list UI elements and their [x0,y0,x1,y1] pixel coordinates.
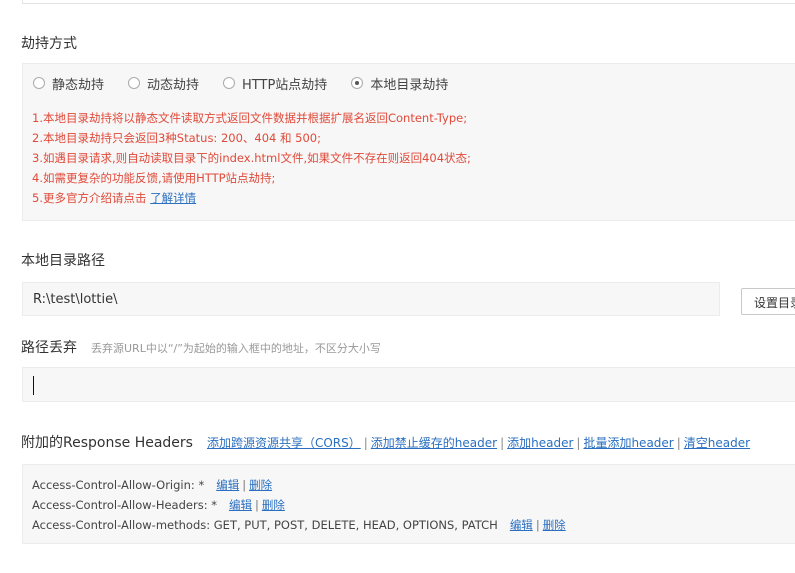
radio-label: 动态劫持 [147,77,200,93]
set-directory-button[interactable]: 设置目录 [741,288,795,315]
previous-section-box [22,0,795,4]
local-path-input[interactable]: R:\test\lottie\ [22,282,720,316]
radio-dynamic-hijack[interactable]: 动态劫持 [128,74,199,93]
response-headers-title: 附加的Response Headers [21,435,193,451]
link-separator: | [242,478,247,492]
delete-header-link[interactable]: 删除 [262,498,285,512]
note-line: 4.如需更复杂的功能反馈,请使用HTTP站点劫持; [32,171,276,185]
link-separator: | [363,436,368,450]
hijack-notes: 1.本地目录劫持将以静态文件读取方式返回文件数据并根据扩展名返回Content-… [32,108,471,208]
delete-header-link[interactable]: 删除 [249,478,272,492]
note-line: 3.如遇目录请求,则自动读取目录下的index.html文件,如果文件不存在则返… [32,151,471,165]
note-line-with-link: 5.更多官方介绍请点击 了解详情 [32,188,471,208]
link-separator: | [500,436,505,450]
link-separator: | [535,518,540,532]
path-discard-title: 路径丢弃 [21,340,77,356]
link-separator: | [676,436,681,450]
edit-header-link[interactable]: 编辑 [216,478,239,492]
radio-local-dir-hijack[interactable]: 本地目录劫持 [351,74,448,93]
note-line: 2.本地目录劫持只会返回3种Status: 200、404 和 500; [32,131,321,145]
radio-http-site-hijack[interactable]: HTTP站点劫持 [223,74,327,93]
header-row: Access-Control-Allow-Origin: * 编辑 | 删除 [32,475,566,495]
radio-checked-icon[interactable] [351,77,364,89]
add-no-cache-link[interactable]: 添加禁止缓存的header [371,436,497,450]
header-list: Access-Control-Allow-Origin: * 编辑 | 删除 Acce… [32,475,566,535]
radio-static-hijack[interactable]: 静态劫持 [33,74,104,93]
details-link[interactable]: 了解详情 [150,191,196,205]
header-action-links: 添加跨源资源共享（CORS） | 添加禁止缓存的header | 添加header | 批量… [207,436,750,450]
link-separator: | [254,498,259,512]
header-text: Access-Control-Allow-Headers: * [32,498,217,512]
path-discard-hint: 丢弃源URL中以“/”为起始的输入框中的地址，不区分大小写 [91,342,381,355]
link-separator: | [576,436,581,450]
clear-header-link[interactable]: 清空header [684,436,750,450]
note-line: 1.本地目录劫持将以静态文件读取方式返回文件数据并根据扩展名返回Content-… [32,111,468,125]
note-line: 5.更多官方介绍请点击 [32,191,151,205]
hijack-mode-title: 劫持方式 [21,36,77,52]
response-headers-title-row: 附加的Response Headers 添加跨源资源共享（CORS） | 添加禁止缓存… [21,432,750,452]
batch-add-header-link[interactable]: 批量添加header [583,436,673,450]
radio-circle-icon[interactable] [128,77,141,89]
edit-header-link[interactable]: 编辑 [510,518,533,532]
delete-header-link[interactable]: 删除 [543,518,566,532]
hijack-mode-radio-group: 静态劫持 动态劫持 HTTP站点劫持 本地目录劫持 [33,73,472,93]
response-headers-panel: Access-Control-Allow-Origin: * 编辑 | 删除 Acce… [22,464,795,544]
path-discard-title-row: 路径丢弃 丢弃源URL中以“/”为起始的输入框中的地址，不区分大小写 [21,337,381,357]
radio-label: 本地目录劫持 [370,77,449,93]
radio-label: 静态劫持 [52,77,105,93]
header-row: Access-Control-Allow-Headers: * 编辑 | 删除 [32,495,566,515]
edit-header-link[interactable]: 编辑 [229,498,252,512]
header-text: Access-Control-Allow-methods: GET, PUT, … [32,518,498,532]
header-row: Access-Control-Allow-methods: GET, PUT, … [32,515,566,535]
header-text: Access-Control-Allow-Origin: * [32,478,205,492]
add-cors-link[interactable]: 添加跨源资源共享（CORS） [207,436,361,450]
radio-circle-icon[interactable] [33,77,45,89]
local-path-title: 本地目录路径 [21,253,105,269]
hijack-mode-panel: 静态劫持 动态劫持 HTTP站点劫持 本地目录劫持 1.本地目录劫持将以静态文件… [22,63,795,221]
radio-circle-icon[interactable] [223,77,236,89]
add-header-link[interactable]: 添加header [507,436,573,450]
path-discard-input[interactable] [22,367,795,402]
text-caret [33,376,34,395]
radio-label: HTTP站点劫持 [242,77,328,93]
